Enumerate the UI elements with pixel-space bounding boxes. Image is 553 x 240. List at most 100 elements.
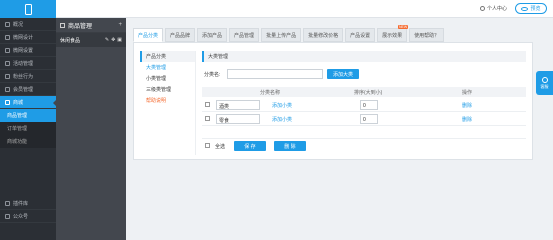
activity-icon bbox=[5, 60, 10, 66]
nav-label: 会员管理 bbox=[13, 86, 34, 93]
logo[interactable] bbox=[0, 0, 56, 18]
sort-order-field[interactable]: 0 bbox=[360, 114, 378, 124]
category-name-field[interactable]: 酒类 bbox=[216, 100, 260, 110]
add-subcategory-link[interactable]: 添加小类 bbox=[272, 102, 292, 109]
content-panel: 产品分类 大类管理 小类管理 三级类管理 帮助说明 大类管理 分类名: 添加大类… bbox=[133, 42, 533, 160]
nav-item-fans[interactable]: 粉丝行为 bbox=[0, 70, 56, 83]
tab-bar: 产品分类 产品品牌 添加产品 产品管理 批量上传产品 批量修改价格 产品设置 展… bbox=[133, 25, 445, 42]
tab-help[interactable]: 使用帮助？ bbox=[409, 28, 445, 42]
nav-label: 商城 bbox=[13, 99, 24, 106]
table-row: 酒类 添加小类 0 删除 bbox=[202, 98, 526, 112]
plugin-icon bbox=[5, 200, 10, 206]
nav-item-members[interactable]: 会员管理 bbox=[0, 83, 56, 96]
add-group-button[interactable]: + bbox=[118, 22, 122, 28]
table-row: 零食 添加小类 0 删除 bbox=[202, 112, 526, 126]
nav-item-design[interactable]: 微网设计 bbox=[0, 31, 56, 44]
tab-product-category[interactable]: 产品分类 bbox=[133, 28, 164, 42]
subnav-products[interactable]: 商品管理 bbox=[0, 109, 56, 122]
tab-bulk-upload[interactable]: 批量上传产品 bbox=[261, 28, 302, 42]
fans-icon bbox=[5, 73, 10, 79]
group-item[interactable]: 休闲食品 ✎ ✥ ▣ bbox=[56, 33, 126, 47]
row-checkbox[interactable] bbox=[205, 116, 210, 121]
tab-label: 产品管理 bbox=[234, 32, 255, 39]
tab-label: 批量修改价格 bbox=[308, 32, 339, 39]
header-actions: 操作 bbox=[462, 90, 473, 96]
headset-icon bbox=[541, 76, 548, 83]
gear-icon bbox=[5, 47, 10, 53]
new-badge: NEW bbox=[397, 25, 409, 29]
box-icon bbox=[60, 22, 65, 28]
nav-label: 公众号 bbox=[13, 213, 29, 220]
nav-item-overview[interactable]: 概况 bbox=[0, 18, 56, 31]
edit-icon[interactable]: ✎ bbox=[105, 37, 109, 43]
table-header: 分类名称 排序(大到小) 操作 bbox=[202, 87, 526, 97]
nav-label: 微网设计 bbox=[13, 34, 34, 41]
select-all-checkbox[interactable] bbox=[205, 143, 210, 148]
tab-label: 展示效果 bbox=[382, 32, 403, 39]
trash-icon[interactable]: ▣ bbox=[117, 37, 122, 43]
category-name-input[interactable] bbox=[227, 69, 323, 79]
secondary-navigation: 商品管理 + 休闲食品 ✎ ✥ ▣ bbox=[56, 18, 126, 240]
nav-label: 活动管理 bbox=[13, 60, 34, 67]
user-center-label: 个人中心 bbox=[487, 6, 508, 12]
customer-service-button[interactable]: 客服 bbox=[536, 71, 553, 95]
nav-label: 插件库 bbox=[13, 200, 29, 207]
row-checkbox[interactable] bbox=[205, 102, 210, 107]
tab-label: 批量上传产品 bbox=[266, 32, 297, 39]
tab-label: 产品分类 bbox=[138, 32, 159, 39]
user-center-link[interactable]: 个人中心 bbox=[480, 5, 507, 12]
wechat-icon bbox=[5, 213, 10, 219]
tab-label: 产品设置 bbox=[350, 32, 371, 39]
delete-button[interactable]: 删 除 bbox=[274, 141, 306, 151]
nav-label: 粉丝行为 bbox=[13, 73, 34, 80]
nav-item-mall[interactable]: 商城 bbox=[0, 96, 56, 109]
add-subcategory-link[interactable]: 添加小类 bbox=[272, 116, 292, 123]
menu-minor-category[interactable]: 小类管理 bbox=[140, 73, 195, 84]
nav-item-official-account[interactable]: 公众号 bbox=[0, 210, 56, 223]
nav-item-plugins[interactable]: 插件库 bbox=[0, 197, 56, 210]
add-category-button[interactable]: 添加大类 bbox=[327, 69, 359, 79]
save-button[interactable]: 保 存 bbox=[234, 141, 266, 151]
subnav-mall-functions[interactable]: 商城功能 bbox=[0, 135, 56, 148]
menu-help[interactable]: 帮助说明 bbox=[140, 95, 195, 106]
nav-item-settings[interactable]: 微网设置 bbox=[0, 44, 56, 57]
tab-label: 添加产品 bbox=[202, 32, 223, 39]
menu-major-category[interactable]: 大类管理 bbox=[140, 62, 195, 73]
nav-label: 概况 bbox=[13, 21, 24, 28]
tab-label: 产品品牌 bbox=[170, 32, 191, 39]
group-item-label: 休闲食品 bbox=[60, 37, 81, 44]
tab-label: 使用帮助？ bbox=[414, 32, 440, 39]
secondary-nav-title: 商品管理 bbox=[68, 23, 93, 30]
sort-order-field[interactable]: 0 bbox=[360, 100, 378, 110]
eye-icon bbox=[521, 6, 529, 11]
tab-product-brand[interactable]: 产品品牌 bbox=[165, 28, 196, 42]
category-menu: 产品分类 大类管理 小类管理 三级类管理 帮助说明 bbox=[140, 51, 196, 155]
home-icon bbox=[5, 21, 10, 27]
table-footer: 全选 保 存 删 除 bbox=[202, 138, 526, 152]
phone-icon bbox=[24, 3, 32, 15]
category-name-field[interactable]: 零食 bbox=[216, 114, 260, 124]
customer-service-label: 客服 bbox=[540, 83, 549, 89]
category-name-label: 分类名: bbox=[204, 72, 221, 78]
design-icon bbox=[5, 34, 10, 40]
category-menu-title: 产品分类 bbox=[140, 51, 195, 62]
tab-add-product[interactable]: 添加产品 bbox=[197, 28, 228, 42]
tab-bulk-price[interactable]: 批量修改价格 bbox=[303, 28, 344, 42]
left-navigation: 概况 微网设计 微网设置 活动管理 粉丝行为 会员管理 商城 商品管理 订单管理… bbox=[0, 18, 56, 240]
secondary-nav-header: 商品管理 + bbox=[56, 18, 126, 33]
nav-item-activities[interactable]: 活动管理 bbox=[0, 57, 56, 70]
tab-product-settings[interactable]: 产品设置 bbox=[345, 28, 376, 42]
delete-link[interactable]: 删除 bbox=[462, 116, 472, 123]
move-icon[interactable]: ✥ bbox=[111, 37, 115, 43]
delete-link[interactable]: 删除 bbox=[462, 102, 472, 109]
section-title: 大类管理 bbox=[202, 51, 526, 62]
subnav-orders[interactable]: 订单管理 bbox=[0, 122, 56, 135]
menu-third-category[interactable]: 三级类管理 bbox=[140, 84, 195, 95]
preview-button[interactable]: 预览 bbox=[515, 3, 547, 14]
preview-label: 预览 bbox=[530, 6, 541, 12]
tab-display-effect[interactable]: 展示效果 NEW bbox=[377, 25, 409, 42]
top-bar: 个人中心 预览 bbox=[0, 0, 553, 18]
select-all-label: 全选 bbox=[215, 144, 226, 150]
tab-product-management[interactable]: 产品管理 bbox=[229, 28, 260, 42]
header-sort-order: 排序(大到小) bbox=[354, 90, 383, 96]
